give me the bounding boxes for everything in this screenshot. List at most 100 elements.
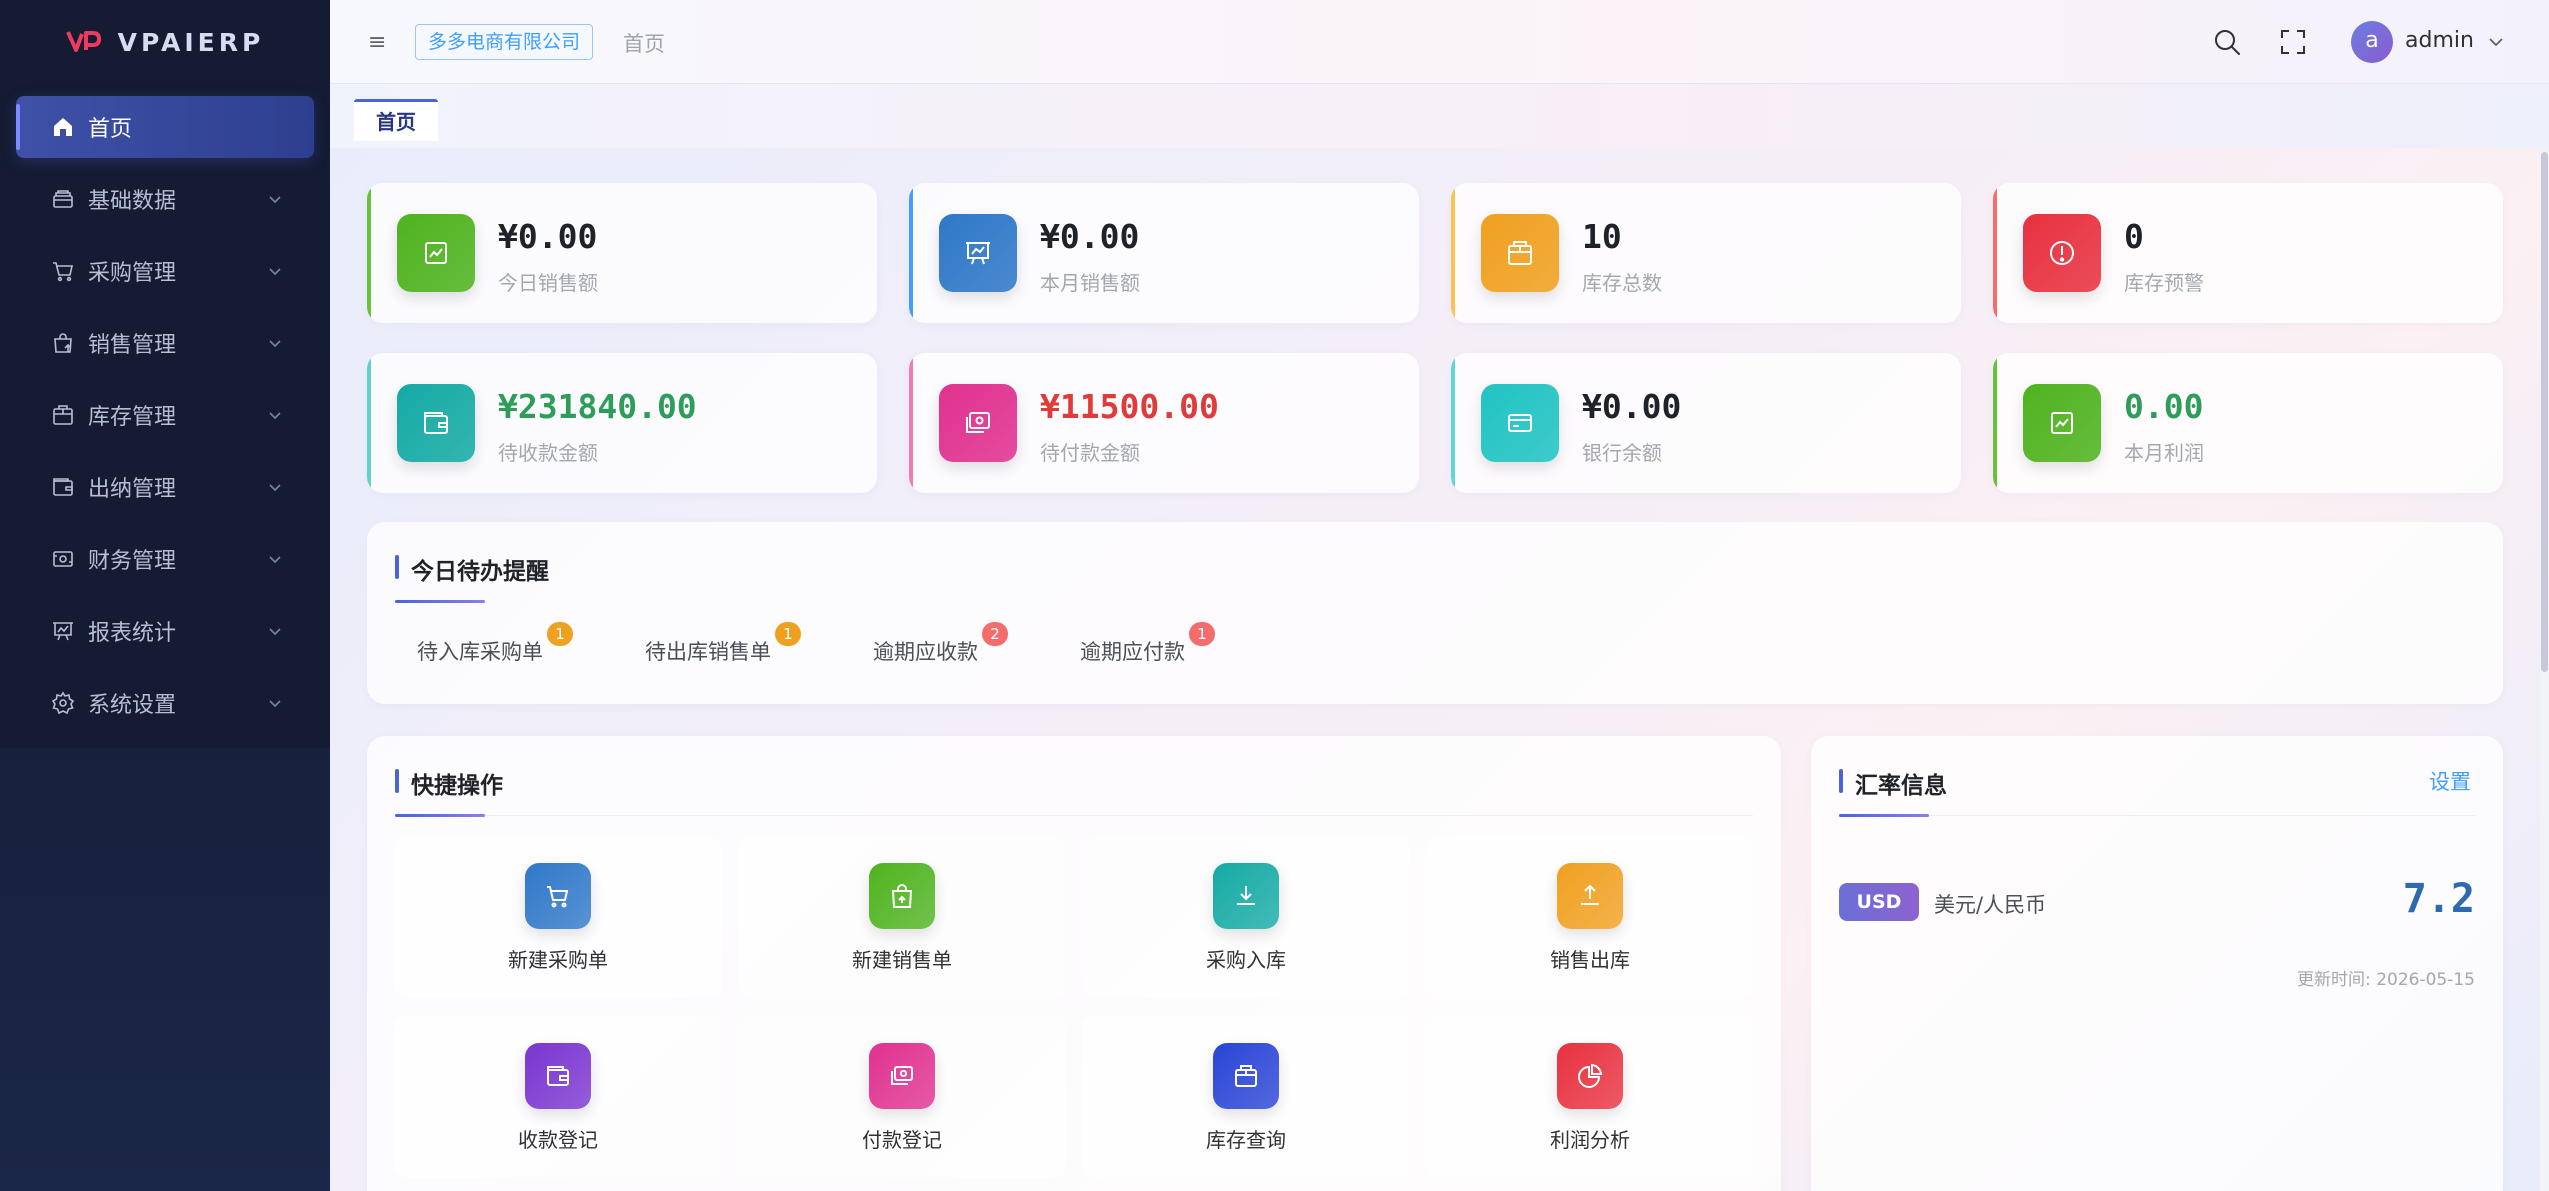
stat-card-inventory-alert[interactable]: 0 库存预警 (1993, 183, 2503, 323)
user-name[interactable]: admin (2405, 28, 2474, 53)
sidebar-item-finance[interactable]: 财务管理 (0, 528, 330, 590)
stat-value: ¥0.00 (1582, 387, 1682, 426)
shopping-bag-icon (869, 863, 935, 929)
quick-actions-panel: 快捷操作 新建采购单 新建销售单 采购入库 销售出库 收款登记 付款登记 库存查… (367, 736, 1781, 1191)
box-icon (1481, 214, 1559, 292)
sidebar-menu: 首页 基础数据 采购管理 销售管理 库存管理 出纳管理 财务管理 报表统计 系统… (0, 96, 330, 744)
sidebar-item-reports[interactable]: 报表统计 (0, 600, 330, 662)
todo-count-badge: 1 (775, 622, 801, 646)
stat-card-accent (1993, 183, 1997, 323)
title-divider (485, 815, 1753, 816)
stat-card-receivable[interactable]: ¥231840.00 待收款金额 (367, 353, 877, 493)
chevron-down-icon[interactable] (2486, 32, 2506, 52)
upload-icon (1557, 863, 1623, 929)
sidebar-item-home[interactable]: 首页 (16, 96, 314, 158)
chevron-down-icon (269, 340, 281, 348)
avatar[interactable]: a (2351, 21, 2393, 63)
quick-inventory-query[interactable]: 库存查询 (1082, 1016, 1410, 1178)
quick-profit-analysis[interactable]: 利润分析 (1426, 1016, 1754, 1178)
stat-card-accent (367, 183, 371, 323)
quick-new-sales[interactable]: 新建销售单 (738, 836, 1066, 998)
warning-icon (2023, 214, 2101, 292)
quick-sales-outbound[interactable]: 销售出库 (1426, 836, 1754, 998)
database-icon (50, 186, 76, 212)
company-tag[interactable]: 多多电商有限公司 (415, 24, 594, 60)
todo-item-overdue-payable[interactable]: 逾期应付款 1 (1080, 622, 1215, 666)
wallet-icon (525, 1043, 591, 1109)
quick-payment[interactable]: 付款登记 (738, 1016, 1066, 1178)
brand-logo[interactable]: VPAIERP (0, 0, 330, 84)
search-icon[interactable] (2212, 27, 2242, 57)
wallet-icon (50, 474, 76, 500)
sidebar-item-inventory[interactable]: 库存管理 (0, 384, 330, 446)
rate-updated-value: 2026-05-15 (2376, 970, 2475, 990)
chevron-down-icon (269, 556, 281, 564)
menu-toggle-icon[interactable]: ≡ (368, 30, 386, 55)
rate-title: 汇率信息 (1839, 766, 1947, 800)
fullscreen-icon[interactable] (2278, 27, 2308, 57)
credit-card-icon (1481, 384, 1559, 462)
money-icon (50, 546, 76, 572)
sidebar-item-basic-data[interactable]: 基础数据 (0, 168, 330, 230)
stat-card-inventory-total[interactable]: 10 库存总数 (1451, 183, 1961, 323)
quick-new-purchase[interactable]: 新建采购单 (394, 836, 722, 998)
sidebar-item-settings[interactable]: 系统设置 (0, 672, 330, 734)
stat-card-accent (909, 353, 913, 493)
quick-title: 快捷操作 (395, 766, 503, 800)
todo-panel: 今日待办提醒 待入库采购单 1 待出库销售单 1 逾期应收款 2 逾期应付款 1 (367, 522, 2503, 704)
stat-label: 待付款金额 (1040, 441, 1140, 465)
stat-card-payable[interactable]: ¥11500.00 待付款金额 (909, 353, 1419, 493)
chevron-down-icon (269, 268, 281, 276)
quick-purchase-inbound[interactable]: 采购入库 (1082, 836, 1410, 998)
stat-label: 本月利润 (2124, 441, 2204, 465)
brand-name: VPAIERP (117, 27, 265, 57)
chevron-down-icon (269, 412, 281, 420)
stat-value: 0 (2124, 217, 2144, 256)
sidebar-item-label: 基础数据 (88, 189, 177, 214)
rate-updated-label: 更新时间: (2297, 970, 2371, 990)
sidebar-item-label: 库存管理 (88, 405, 177, 430)
title-divider (1929, 815, 2475, 816)
wallet-icon (397, 384, 475, 462)
sidebar-item-purchase[interactable]: 采购管理 (0, 240, 330, 302)
todo-item-pending-purchase[interactable]: 待入库采购单 1 (417, 622, 573, 666)
quick-label: 新建销售单 (852, 948, 952, 972)
main-scrollbar[interactable] (2540, 148, 2549, 1191)
stat-card-bank-balance[interactable]: ¥0.00 银行余额 (1451, 353, 1961, 493)
home-icon (50, 114, 76, 140)
exchange-rate-value: 7.2 (2402, 876, 2475, 922)
sidebar-item-label: 报表统计 (88, 621, 177, 646)
quick-label: 销售出库 (1550, 948, 1630, 972)
cart-icon (525, 863, 591, 929)
stat-card-month-sales[interactable]: ¥0.00 本月销售额 (909, 183, 1419, 323)
todo-item-pending-sales[interactable]: 待出库销售单 1 (645, 622, 801, 666)
title-underline (1839, 814, 1929, 817)
money-icon (939, 384, 1017, 462)
sidebar-item-label: 采购管理 (88, 261, 177, 286)
quick-receipt[interactable]: 收款登记 (394, 1016, 722, 1178)
rate-settings-link[interactable]: 设置 (2429, 766, 2471, 796)
stat-label: 待收款金额 (498, 441, 598, 465)
money-icon (869, 1043, 935, 1109)
presentation-chart-icon (939, 214, 1017, 292)
main-content: ¥0.00 今日销售额 ¥0.00 本月销售额 10 库存总数 0 库存预警 ¥… (330, 148, 2549, 1191)
stat-card-month-profit[interactable]: 0.00 本月利润 (1993, 353, 2503, 493)
scrollbar-thumb[interactable] (2541, 152, 2548, 672)
tab-home[interactable]: 首页 (354, 99, 438, 141)
sidebar-item-label: 系统设置 (88, 693, 177, 718)
chevron-down-icon (269, 700, 281, 708)
breadcrumb: 首页 (623, 32, 665, 56)
stat-card-accent (1451, 183, 1455, 323)
currency-code-badge: USD (1839, 883, 1919, 921)
sidebar-item-cashier[interactable]: 出纳管理 (0, 456, 330, 518)
quick-label: 库存查询 (1206, 1128, 1286, 1152)
sidebar: VPAIERP 首页 基础数据 采购管理 销售管理 库存管理 出纳管理 财务管理… (0, 0, 330, 1191)
stat-value: ¥0.00 (1040, 217, 1140, 256)
sidebar-item-sales[interactable]: 销售管理 (0, 312, 330, 374)
exchange-rate-panel: 汇率信息 设置 USD 美元/人民币 7.2 更新时间: 2026-05-15 (1811, 736, 2503, 1191)
tab-bar: 首页 (330, 84, 2549, 148)
stat-label: 银行余额 (1582, 441, 1662, 465)
stat-card-today-sales[interactable]: ¥0.00 今日销售额 (367, 183, 877, 323)
todo-item-overdue-receivable[interactable]: 逾期应收款 2 (873, 622, 1008, 666)
quick-label: 付款登记 (862, 1128, 942, 1152)
